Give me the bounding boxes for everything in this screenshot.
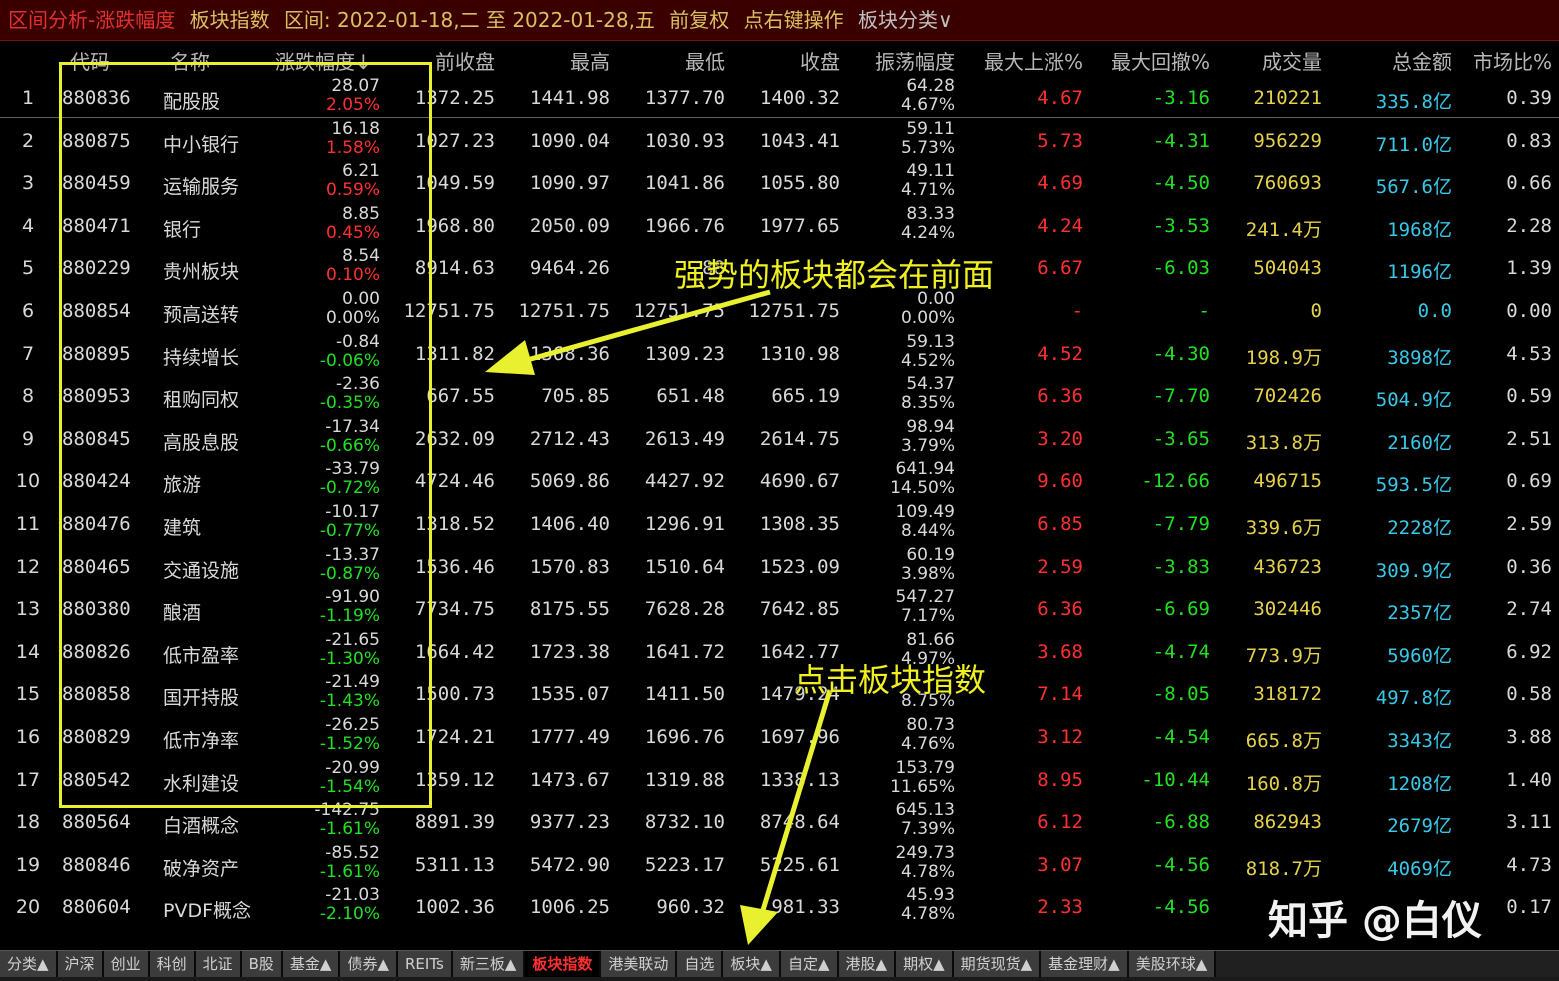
watermark: 知乎 @白仪 (1268, 898, 1482, 944)
bottom-tab[interactable]: B股 (241, 951, 283, 977)
arrow-head-click (740, 905, 778, 945)
bottom-tab[interactable]: 港股▲ (838, 951, 897, 977)
bottom-tab[interactable]: 分类▲ (0, 951, 58, 977)
bottom-tab[interactable]: 基金▲ (282, 951, 341, 977)
bottom-tab[interactable]: 港美联动 (601, 951, 678, 977)
annotation-strong-sectors: 强势的板块都会在前面 (674, 256, 995, 294)
bottom-tab[interactable]: 美股环球▲ (1128, 951, 1217, 977)
bottom-tab-bar: 分类▲ 沪深 创业 科创 北证 B股 基金▲ 债券▲ REITs 新三板▲ 板块指数 港美联动 自选 板块… (0, 950, 1559, 977)
bottom-tab[interactable]: 期权▲ (896, 951, 954, 977)
annotation-arrows (485, 289, 833, 945)
bottom-tab[interactable]: 沪深 (57, 951, 104, 977)
arrow-line-strong (519, 289, 771, 365)
arrow-line-click (757, 689, 833, 921)
arrow-head-strong (485, 340, 535, 375)
bottom-tab[interactable]: 基金理财▲ (1041, 951, 1129, 977)
bottom-tab[interactable]: 新三板▲ (452, 951, 526, 977)
bottom-tab[interactable]: REITs (398, 951, 453, 977)
bottom-tab[interactable]: 创业 (103, 951, 150, 977)
bottom-tab[interactable]: 板块指数 (525, 951, 602, 977)
bottom-tab[interactable]: 期货现货▲ (953, 951, 1042, 977)
bottom-tab[interactable]: 自定▲ (780, 951, 839, 977)
bottom-tab[interactable]: 科创 (149, 951, 196, 977)
bottom-strip (0, 977, 1559, 981)
bottom-tab[interactable]: 北证 (195, 951, 242, 977)
bottom-tab[interactable]: 板块▲ (723, 951, 781, 977)
bottom-tab[interactable]: 债券▲ (340, 951, 398, 977)
annotation-click-tab: 点击板块指数 (794, 661, 987, 699)
bottom-tab[interactable]: 自选 (677, 951, 724, 977)
